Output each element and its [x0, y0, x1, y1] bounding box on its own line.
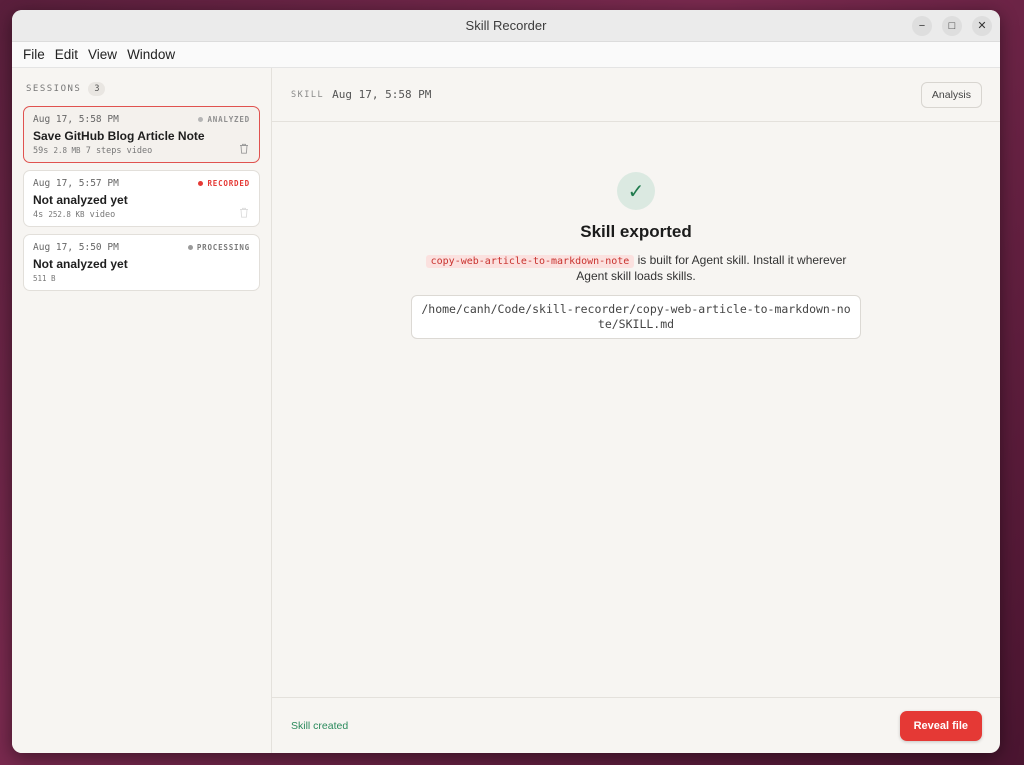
skill-name-pill: copy-web-article-to-markdown-note — [425, 255, 635, 268]
menu-file[interactable]: File — [18, 47, 50, 62]
sessions-header: SESSIONS 3 — [26, 82, 260, 96]
session-type: video — [126, 146, 153, 156]
status-text: PROCESSING — [196, 243, 250, 252]
status-text: ANALYZED — [207, 115, 250, 124]
status-text: RECORDED — [207, 179, 250, 188]
close-button[interactable]: ✕ — [972, 16, 992, 36]
session-date: Aug 17, 5:58 PM — [33, 114, 119, 125]
menu-edit[interactable]: Edit — [50, 47, 83, 62]
status-dot — [198, 181, 204, 186]
status-dot — [187, 245, 193, 250]
session-meta: 59s 2.8 MB 7 steps video — [33, 146, 250, 156]
session-meta: 511 B — [33, 274, 250, 284]
session-card[interactable]: Aug 17, 5:58 PM ANALYZED Save GitHub Blo… — [23, 106, 260, 163]
status-badge: ANALYZED — [198, 115, 250, 124]
trash-icon[interactable] — [239, 143, 249, 154]
export-title: Skill exported — [580, 222, 692, 241]
session-title: Save GitHub Blog Article Note — [33, 129, 205, 143]
menu-window[interactable]: Window — [122, 47, 180, 62]
checkmark-icon: ✓ — [617, 172, 655, 210]
main-footer: Skill created Reveal file — [272, 697, 1000, 753]
main-header: SKILL Aug 17, 5:58 PM Analysis — [272, 68, 1000, 122]
status-dot — [198, 117, 204, 122]
session-duration: 59s — [33, 146, 49, 156]
checkmark-glyph: ✓ — [627, 180, 645, 203]
session-size: 252.8 KB — [48, 210, 85, 219]
app-window: Skill Recorder − □ ✕ File Edit View Wind… — [12, 10, 1000, 753]
session-date: Aug 17, 5:57 PM — [33, 178, 119, 189]
close-icon: ✕ — [977, 19, 987, 32]
maximize-icon: □ — [948, 19, 956, 32]
breadcrumb: SKILL Aug 17, 5:58 PM — [291, 88, 431, 101]
analysis-button[interactable]: Analysis — [920, 81, 982, 108]
session-meta: 4s 252.8 KB video — [33, 210, 250, 220]
reveal-file-button[interactable]: Reveal file — [899, 710, 982, 741]
trash-icon[interactable] — [239, 207, 249, 218]
content-area: SESSIONS 3 Aug 17, 5:58 PM ANALYZED Save… — [12, 68, 1000, 753]
session-size: 2.8 MB — [53, 146, 81, 155]
status-badge: RECORDED — [198, 179, 250, 188]
session-date: Aug 17, 5:50 PM — [33, 242, 119, 253]
skill-label: SKILL — [291, 89, 325, 100]
session-title: Not analyzed yet — [33, 257, 128, 271]
menu-view[interactable]: View — [83, 47, 122, 62]
skill-date: Aug 17, 5:58 PM — [332, 88, 432, 101]
session-card[interactable]: Aug 17, 5:57 PM RECORDED Not analyzed ye… — [23, 170, 260, 227]
session-duration: 4s — [33, 210, 44, 220]
sessions-label: SESSIONS — [26, 84, 82, 94]
window-controls: − □ ✕ — [912, 16, 992, 36]
title-bar: Skill Recorder − □ ✕ — [12, 10, 1000, 42]
export-desc-part1: is built for Agent skill. Install it whe… — [634, 253, 847, 267]
session-size: 511 B — [33, 274, 56, 283]
skill-file-path[interactable]: /home/canh/Code/skill-recorder/copy-web-… — [411, 295, 861, 339]
menu-bar: File Edit View Window — [12, 42, 1000, 68]
export-description: copy-web-article-to-markdown-note is bui… — [416, 253, 856, 284]
sessions-sidebar: SESSIONS 3 Aug 17, 5:58 PM ANALYZED Save… — [12, 68, 272, 753]
window-title: Skill Recorder — [465, 18, 547, 33]
status-badge: PROCESSING — [187, 243, 250, 252]
session-type: video — [89, 210, 116, 220]
main-panel: SKILL Aug 17, 5:58 PM Analysis ✓ Skill e… — [272, 68, 1000, 753]
maximize-button[interactable]: □ — [942, 16, 962, 36]
export-desc-part2: Agent skill loads skills. — [576, 269, 696, 283]
minimize-button[interactable]: − — [912, 16, 932, 36]
minimize-icon: − — [918, 19, 926, 32]
session-card[interactable]: Aug 17, 5:50 PM PROCESSING Not analyzed … — [23, 234, 260, 291]
export-panel: ✓ Skill exported copy-web-article-to-mar… — [272, 172, 1000, 339]
sessions-count-badge: 3 — [88, 82, 106, 96]
session-steps: 7 steps — [85, 146, 122, 156]
footer-status: Skill created — [291, 719, 349, 732]
session-title: Not analyzed yet — [33, 193, 128, 207]
